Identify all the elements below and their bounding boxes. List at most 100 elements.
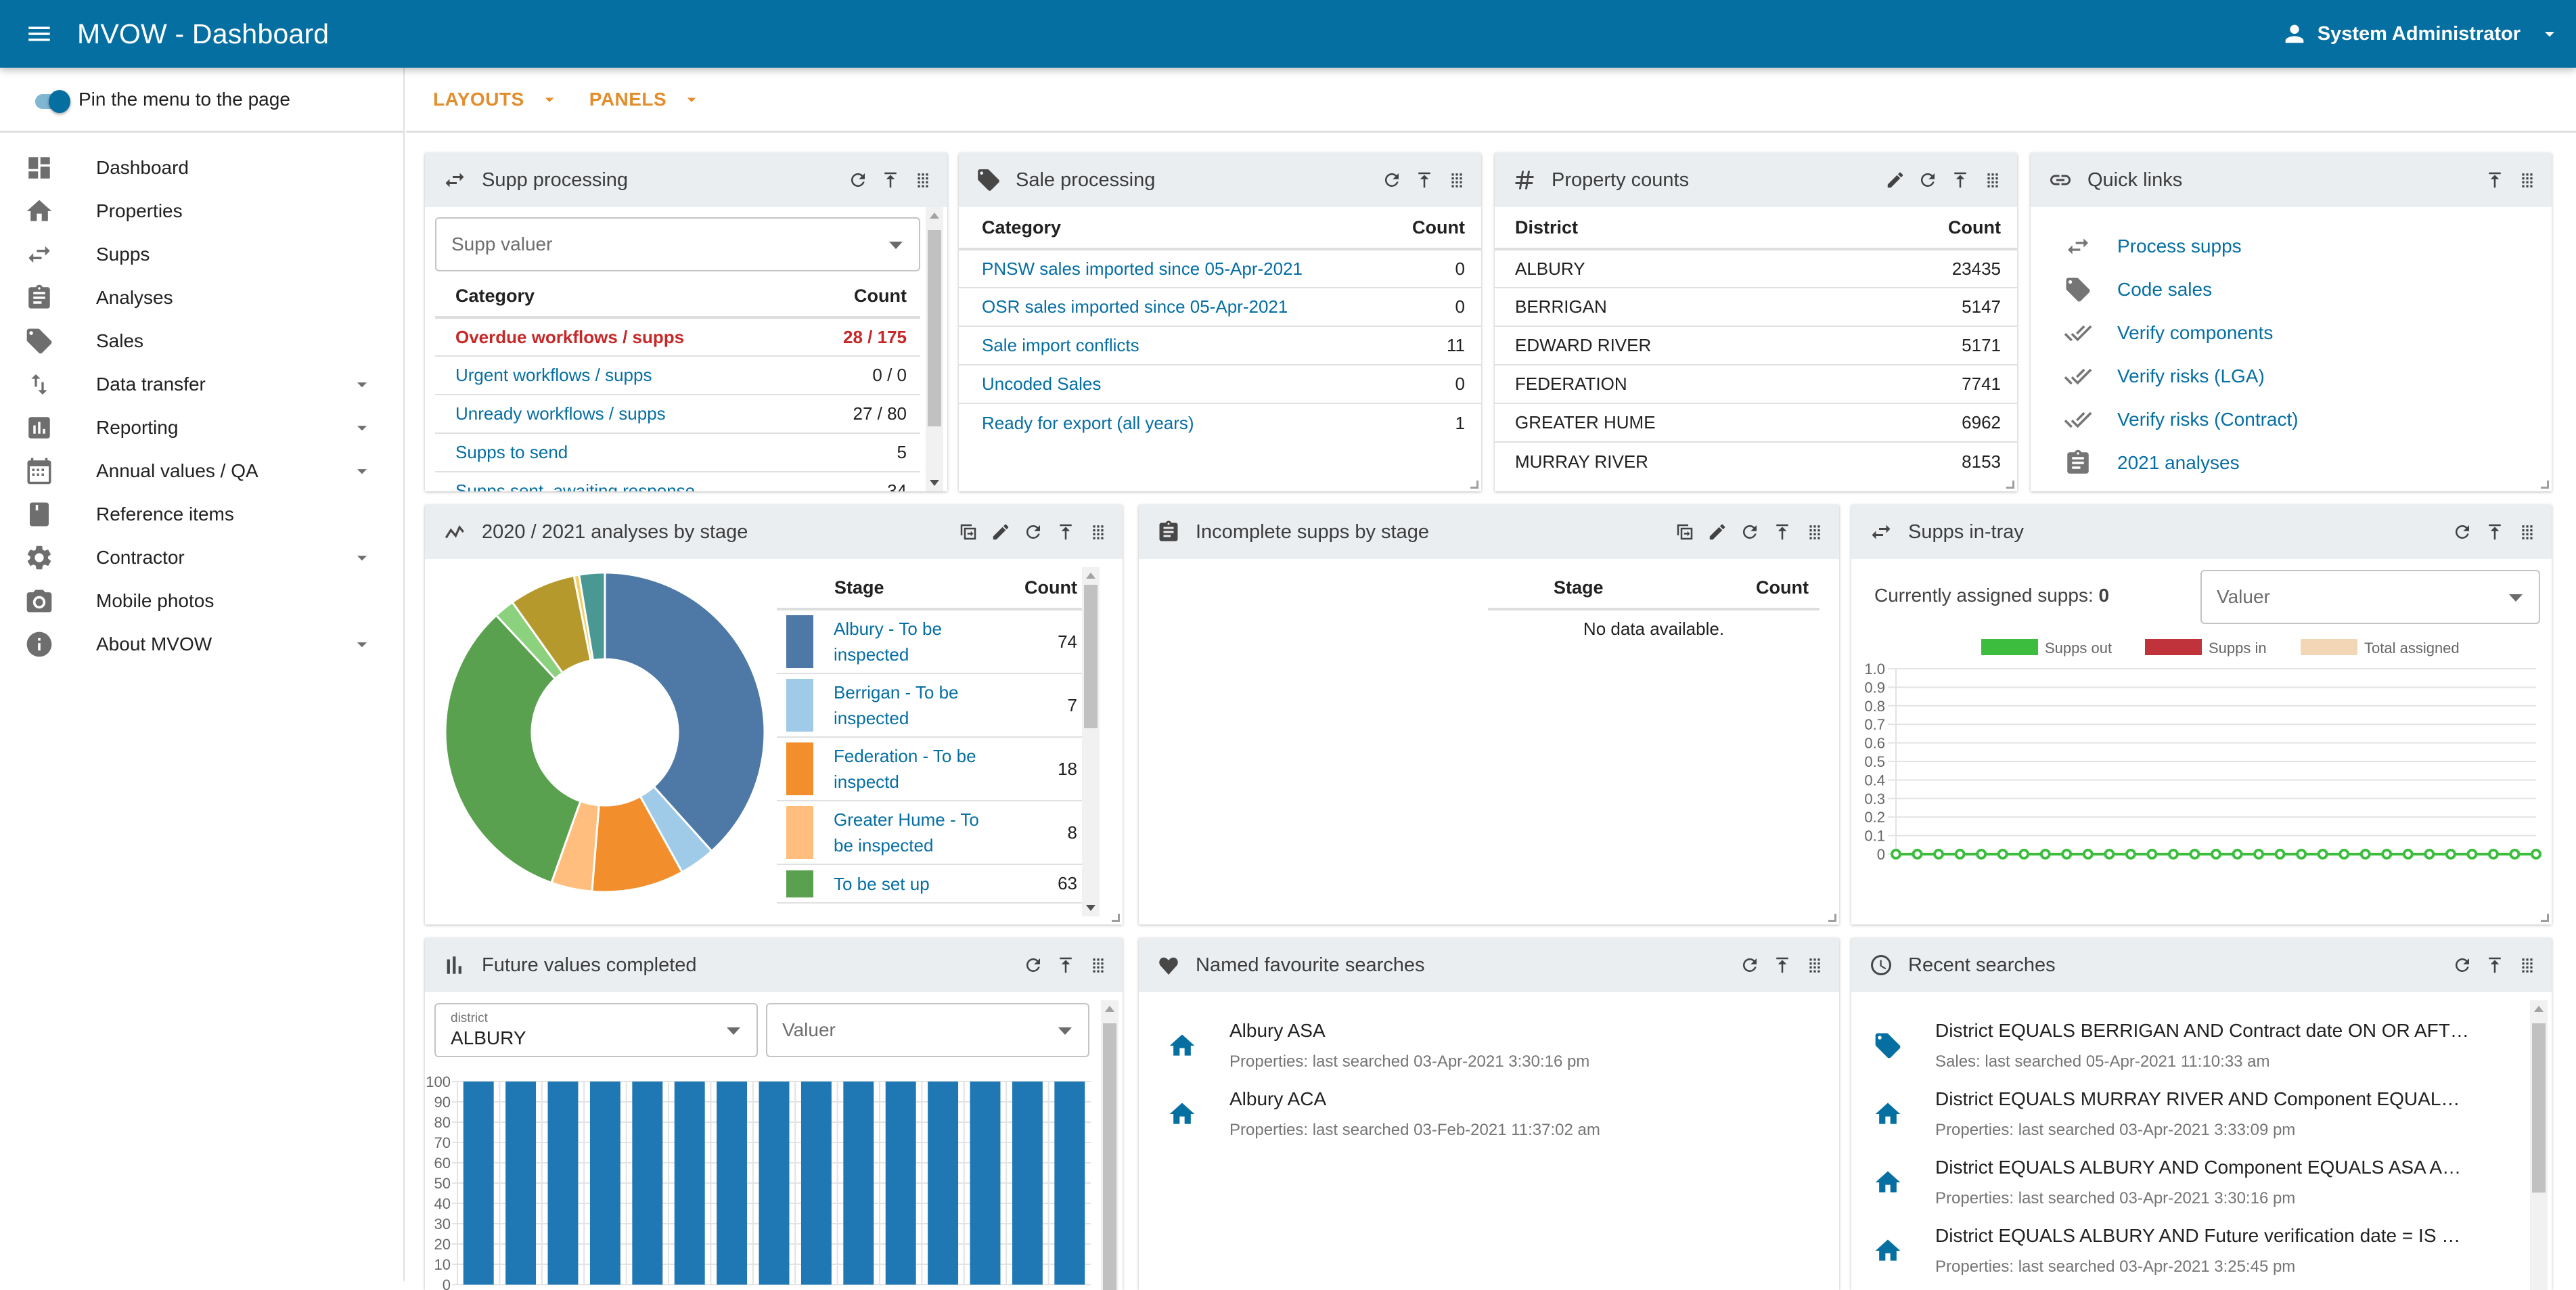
- drag-handle-icon[interactable]: [1087, 953, 1109, 977]
- data-point[interactable]: [2189, 849, 2200, 860]
- uncoded-sales-link[interactable]: Uncoded Sales: [982, 374, 1101, 394]
- scrollbar[interactable]: [1082, 567, 1100, 916]
- data-point[interactable]: [2402, 849, 2414, 860]
- panel-header[interactable]: Supps in-tray: [1851, 505, 2552, 559]
- sidebar-item-contractor[interactable]: Contractor: [0, 536, 403, 579]
- refresh-icon[interactable]: [1022, 520, 1044, 544]
- layouts-menu-button[interactable]: LAYOUTS: [433, 89, 560, 110]
- quick-link-verify-risks-lga[interactable]: Verify risks (LGA): [2031, 355, 2552, 398]
- data-point[interactable]: [2125, 849, 2136, 860]
- scrollbar[interactable]: [2530, 1000, 2548, 1290]
- sidebar-item-data-transfer[interactable]: Data transfer: [0, 363, 403, 406]
- quick-link-process-supps[interactable]: Process supps: [2031, 225, 2552, 268]
- data-point[interactable]: [2296, 849, 2307, 860]
- table-row[interactable]: Uncoded Sales 0: [959, 365, 1481, 404]
- data-point[interactable]: [1912, 849, 1923, 860]
- data-point[interactable]: [2232, 849, 2243, 860]
- legend-stage-link[interactable]: To be set up: [834, 871, 930, 897]
- recent-search-item[interactable]: District EQUALS ALBURY AND Component EQU…: [1851, 1148, 2525, 1216]
- bar[interactable]: [505, 1082, 537, 1285]
- scrollbar[interactable]: [926, 207, 943, 491]
- sidebar-item-annual-values[interactable]: Annual values / QA: [0, 449, 403, 493]
- sidebar-item-mobile-photos[interactable]: Mobile photos: [0, 579, 403, 623]
- drag-handle-icon[interactable]: [1446, 168, 1468, 192]
- data-point[interactable]: [2466, 849, 2478, 860]
- pin-menu-toggle[interactable]: [32, 89, 70, 113]
- refresh-icon[interactable]: [1917, 168, 1939, 192]
- valuer-select[interactable]: Valuer: [2200, 570, 2540, 624]
- table-row[interactable]: Sale import conflicts 11: [959, 326, 1481, 365]
- sidebar-item-reference-items[interactable]: Reference items: [0, 493, 403, 536]
- refresh-icon[interactable]: [2451, 953, 2473, 977]
- drag-handle-icon[interactable]: [2516, 168, 2538, 192]
- drag-handle-icon[interactable]: [1804, 520, 1826, 544]
- copy-icon[interactable]: [1674, 520, 1696, 544]
- bar[interactable]: [1054, 1082, 1085, 1285]
- data-point[interactable]: [2061, 849, 2073, 860]
- refresh-icon[interactable]: [847, 168, 869, 192]
- legend-row[interactable]: Berrigan - To be inspected 7: [777, 673, 1088, 738]
- table-row[interactable]: Urgent workflows / supps 0 / 0: [435, 356, 920, 395]
- table-row[interactable]: Overdue workflows / supps 28 / 175: [435, 317, 920, 357]
- data-point[interactable]: [2211, 849, 2221, 860]
- menu-icon[interactable]: [19, 14, 60, 54]
- refresh-icon[interactable]: [1739, 953, 1761, 977]
- legend-row[interactable]: Albury - To be inspected 74: [777, 609, 1088, 674]
- data-point[interactable]: [1933, 849, 1945, 860]
- data-point[interactable]: [2317, 849, 2328, 860]
- table-row[interactable]: PNSW sales imported since 05-Apr-2021 0: [959, 249, 1481, 288]
- sidebar-item-supps[interactable]: Supps: [0, 233, 403, 276]
- bar[interactable]: [885, 1082, 916, 1285]
- drag-handle-icon[interactable]: [1087, 520, 1109, 544]
- recent-search-item[interactable]: District EQUALS MURRAY RIVER AND Compone…: [1851, 1080, 2525, 1148]
- move-to-top-icon[interactable]: [1949, 168, 1971, 192]
- legend-row[interactable]: Federation - To be inspectd 18: [777, 737, 1088, 801]
- data-point[interactable]: [2274, 849, 2286, 860]
- bar[interactable]: [674, 1082, 705, 1285]
- move-to-top-icon[interactable]: [1055, 520, 1077, 544]
- panel-header[interactable]: Sale processing: [959, 153, 1481, 207]
- data-point[interactable]: [2487, 849, 2499, 860]
- column-header-count[interactable]: Count: [1859, 207, 2017, 250]
- table-row[interactable]: Supps sent, awaiting response 34: [435, 472, 920, 491]
- refresh-icon[interactable]: [1381, 168, 1403, 192]
- data-point[interactable]: [1891, 849, 1901, 860]
- recent-search-item[interactable]: District EQUALS BERRIGAN AND Contract da…: [1851, 1011, 2525, 1080]
- bar[interactable]: [800, 1082, 832, 1285]
- favourite-search-item[interactable]: Albury ACA Properties: last searched 03-…: [1139, 1080, 1839, 1148]
- legend-row[interactable]: To be set up 63: [777, 864, 1088, 904]
- panel-header[interactable]: Future values completed: [425, 938, 1123, 992]
- resize-handle[interactable]: [1470, 481, 1478, 489]
- unready-workflows-link[interactable]: Unready workflows / supps: [455, 403, 666, 424]
- legend-stage-link[interactable]: Federation - To be inspectd: [834, 743, 989, 795]
- recent-search-item[interactable]: District EQUALS ALBURY AND Future verifi…: [1851, 1216, 2525, 1285]
- column-header-category[interactable]: Category: [959, 207, 1394, 250]
- move-to-top-icon[interactable]: [1414, 168, 1435, 192]
- quick-link-code-sales[interactable]: Code sales: [2031, 268, 2552, 311]
- panel-header[interactable]: Supp processing: [425, 153, 947, 207]
- sidebar-item-sales[interactable]: Sales: [0, 319, 403, 363]
- user-menu-button[interactable]: System Administrator: [2281, 20, 2561, 47]
- drag-handle-icon[interactable]: [912, 168, 934, 192]
- panel-header[interactable]: Quick links: [2031, 153, 2552, 207]
- bar[interactable]: [1012, 1082, 1043, 1285]
- ready-for-export-link[interactable]: Ready for export (all years): [982, 413, 1194, 433]
- panel-header[interactable]: Property counts: [1495, 153, 2017, 207]
- quick-link-2021-analyses[interactable]: 2021 analyses: [2031, 441, 2552, 485]
- column-header-stage[interactable]: Stage: [834, 567, 1014, 610]
- panel-header[interactable]: 2020 / 2021 analyses by stage: [425, 505, 1123, 559]
- bar[interactable]: [843, 1082, 874, 1285]
- pnsw-sales-link[interactable]: PNSW sales imported since 05-Apr-2021: [982, 259, 1303, 279]
- bar[interactable]: [632, 1082, 663, 1285]
- supps-to-send-link[interactable]: Supps to send: [455, 442, 568, 462]
- table-row[interactable]: Unready workflows / supps 27 / 80: [435, 395, 920, 434]
- data-point[interactable]: [2146, 849, 2158, 860]
- sidebar-item-reporting[interactable]: Reporting: [0, 406, 403, 449]
- table-row[interactable]: Ready for export (all years) 1: [959, 403, 1481, 442]
- data-point[interactable]: [2381, 849, 2393, 860]
- data-point[interactable]: [2338, 849, 2350, 860]
- resize-handle[interactable]: [2006, 481, 2014, 489]
- data-point[interactable]: [1976, 849, 1987, 860]
- overdue-workflows-link[interactable]: Overdue workflows / supps: [455, 327, 684, 347]
- column-header-district[interactable]: District: [1495, 207, 1860, 250]
